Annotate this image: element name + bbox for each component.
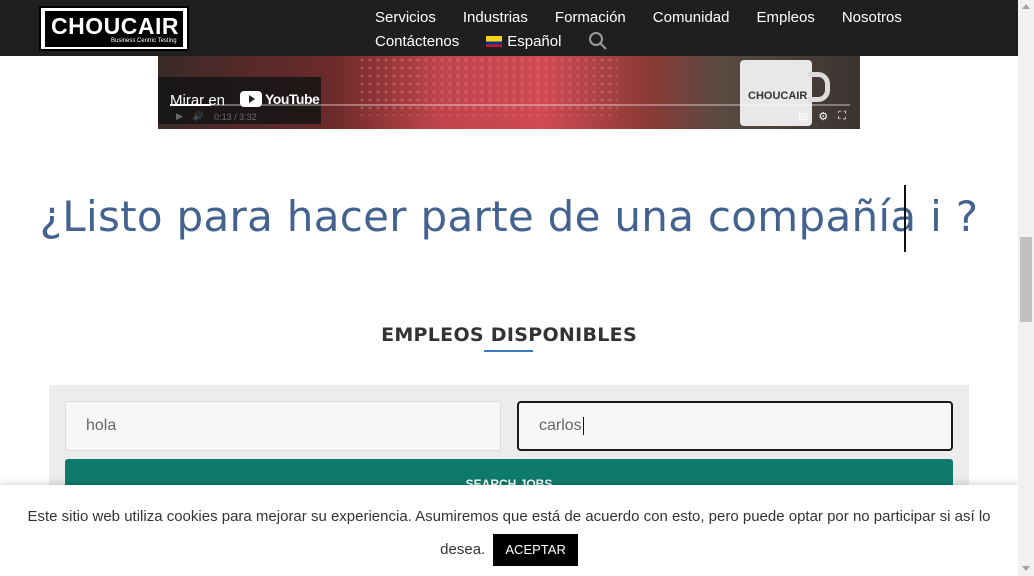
section-title-underline: [484, 350, 533, 352]
nav-row-2: Contáctenos Español: [375, 30, 935, 52]
captions-icon[interactable]: ▤: [798, 110, 808, 123]
nav-row-1: Servicios Industrias Formación Comunidad…: [375, 6, 935, 28]
scroll-thumb[interactable]: [1020, 237, 1032, 322]
nav-item-formacion[interactable]: Formación: [555, 9, 626, 26]
watch-on-label: Mirar en: [170, 92, 226, 109]
cookie-banner: Este sitio web utiliza cookies para mejo…: [0, 485, 1018, 576]
video-controls-left: ▶ 🔊 0:13 / 3:32: [176, 111, 267, 122]
colombia-flag-icon: [486, 35, 503, 47]
video-time: 0:13 / 3:32: [214, 111, 257, 122]
search-icon[interactable]: [588, 31, 608, 51]
logo-tagline: Business Centric Testing: [111, 38, 177, 44]
page: CHOUCAIR Mirar en YouTube ▶ 🔊 0:13 / 3:3…: [0, 0, 1034, 576]
jobs-section-title: EMPLEOS DISPONIBLES: [381, 324, 637, 346]
page-scrollbar[interactable]: [1018, 0, 1034, 576]
main-navigation: Servicios Industrias Formación Comunidad…: [375, 6, 935, 54]
accept-cookies-button[interactable]: ACEPTAR: [493, 534, 578, 567]
nav-item-servicios[interactable]: Servicios: [375, 9, 436, 26]
video-mug-handle: [808, 72, 830, 102]
video-progress-fill: [170, 104, 211, 106]
video-progress-bar[interactable]: [170, 104, 850, 106]
fullscreen-icon[interactable]: ⛶: [838, 110, 846, 123]
mug-text: CHOUCAIR: [748, 90, 808, 102]
nav-item-empleos[interactable]: Empleos: [756, 9, 814, 26]
scroll-up-arrow-icon[interactable]: [1022, 4, 1030, 9]
input-caret: [582, 417, 584, 435]
logo-wordmark: CHOUCAIR: [51, 13, 179, 39]
site-header: CHOUCAIR Business Centric Testing Servic…: [0, 0, 1018, 56]
cookie-message: Este sitio web utiliza cookies para mejo…: [0, 485, 1018, 567]
location-input-value: carlos: [539, 417, 582, 434]
volume-icon[interactable]: 🔊: [193, 111, 204, 122]
hero-headline: ¿Listo para hacer parte de una compañía …: [39, 192, 979, 241]
choucair-logo[interactable]: CHOUCAIR Business Centric Testing: [39, 6, 189, 51]
scroll-down-arrow-icon[interactable]: [1022, 566, 1030, 571]
nav-item-contactenos[interactable]: Contáctenos: [375, 33, 459, 50]
nav-item-industrias[interactable]: Industrias: [463, 9, 528, 26]
video-frame-pattern: [358, 56, 618, 116]
settings-gear-icon[interactable]: ⚙: [818, 110, 828, 123]
keyword-input[interactable]: hola: [65, 401, 501, 451]
typing-caret: [904, 185, 906, 252]
logo-block: CHOUCAIR Business Centric Testing: [45, 11, 183, 47]
language-label: Español: [507, 32, 562, 50]
nav-item-nosotros[interactable]: Nosotros: [842, 9, 902, 26]
location-input[interactable]: carlos: [517, 401, 953, 451]
nav-item-comunidad[interactable]: Comunidad: [653, 9, 730, 26]
video-controls-right: ▤ ⚙ ⛶: [788, 110, 846, 123]
language-selector[interactable]: Español: [486, 33, 561, 50]
play-icon[interactable]: ▶: [176, 111, 183, 122]
keyword-input-value: hola: [86, 417, 117, 434]
